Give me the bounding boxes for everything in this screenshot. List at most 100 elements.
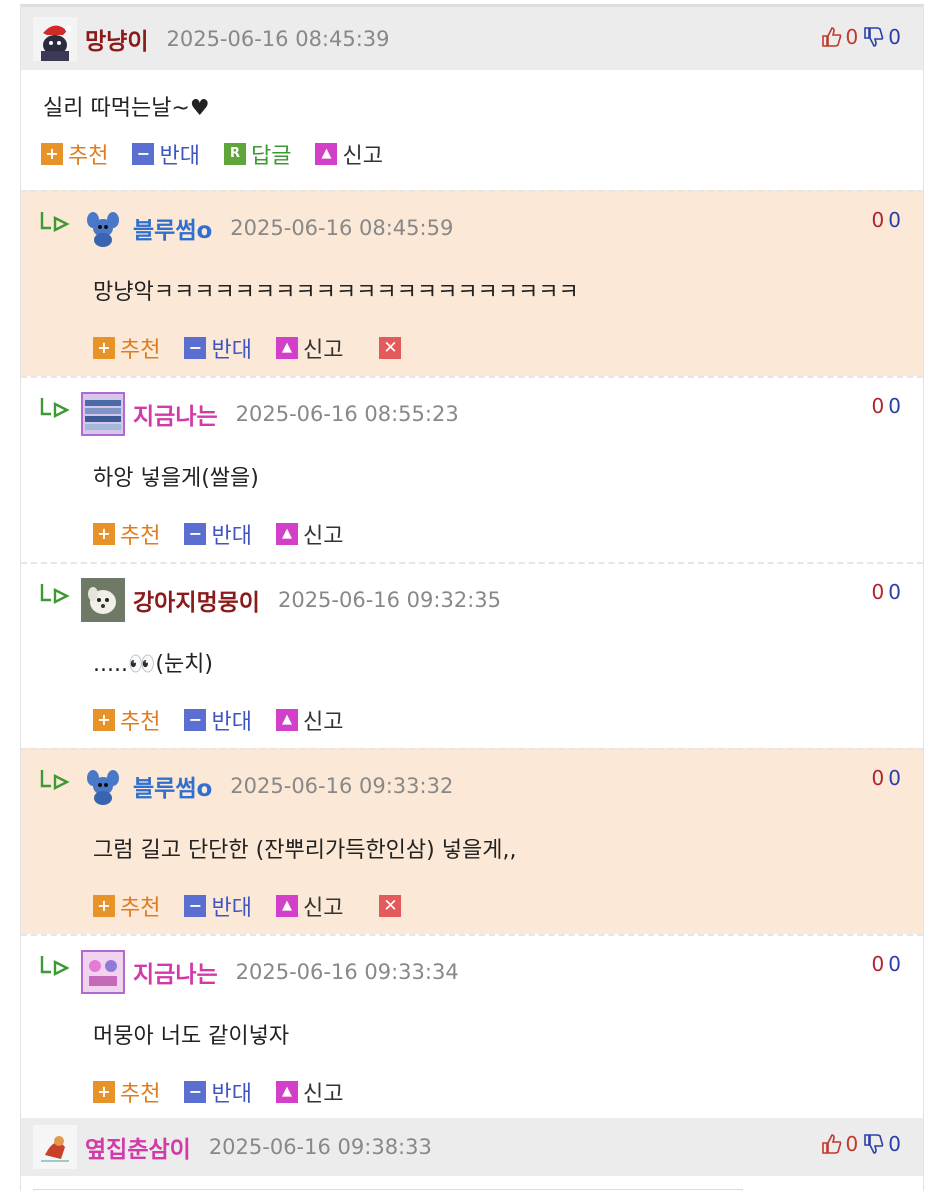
upvote-button[interactable]: + 추천 [93, 518, 160, 550]
minus-icon: − [184, 337, 207, 359]
reply-arrow-icon [40, 398, 70, 418]
author-nickname[interactable]: 옆집춘삼이 [85, 1130, 191, 1164]
delete-icon[interactable]: ✕ [379, 337, 402, 359]
reply-header: 지금나는 2025-06-16 09:33:34 [81, 950, 459, 994]
comment-header: 옆집춘삼이 2025-06-16 09:38:33 0 0 [21, 1118, 923, 1176]
author-nickname[interactable]: 지금나는 [133, 397, 218, 431]
downvote-count: 0 [888, 1132, 901, 1156]
minus-icon: − [184, 895, 207, 917]
upvote-button[interactable]: + 추천 [93, 332, 160, 364]
reply-text: 망냥악ㅋㅋㅋㅋㅋㅋㅋㅋㅋㅋㅋㅋㅋㅋㅋㅋㅋㅋㅋㅋㅋ [93, 280, 579, 305]
thumbs-down-icon[interactable] [862, 25, 886, 49]
thumbs-up-icon[interactable] [820, 1132, 844, 1156]
avatar[interactable] [81, 578, 125, 622]
author-nickname[interactable]: 망냥이 [85, 22, 148, 56]
reply-header: 블루썸o 2025-06-16 08:45:59 [81, 206, 453, 250]
thumbs-up-icon[interactable] [820, 25, 844, 49]
author-nickname[interactable]: 강아지멍뭉이 [133, 583, 260, 617]
comment-list: 망냥이 2025-06-16 08:45:39 0 0 실리 따먹는날~♥ + 추… [20, 4, 924, 1191]
author-nickname[interactable]: 블루썸o [133, 211, 212, 245]
downvote-button[interactable]: − 반대 [184, 332, 252, 364]
avatar[interactable] [33, 1125, 77, 1169]
report-button[interactable]: ▲ 신고 [275, 704, 343, 736]
minus-icon: − [184, 523, 207, 545]
thumbs-down-icon[interactable] [862, 1132, 886, 1156]
upvote-button[interactable]: + 추천 [93, 890, 160, 922]
reply-actions: + 추천 − 반대 ▲ 신고 [93, 704, 367, 736]
reply-header: 강아지멍뭉이 2025-06-16 09:32:35 [81, 578, 501, 622]
upvote-button[interactable]: + 추천 [93, 1076, 160, 1108]
comment-text: 실리 따먹는날~♥ [43, 96, 210, 121]
plus-icon: + [93, 709, 115, 731]
reply-text: 머뭉아 너도 같이넣자 [93, 1024, 290, 1049]
comment-body: 실리 따먹는날~♥ + 추천 − 반대 R 답글 ▲ 신고 [21, 70, 923, 190]
reply-button[interactable]: R 답글 [223, 138, 291, 170]
author-nickname[interactable]: 지금나는 [133, 955, 218, 989]
reply-arrow-icon [40, 584, 70, 604]
upvote-button[interactable]: + 추천 [41, 138, 108, 170]
vote-counts: 00 [871, 208, 901, 232]
reply-actions: + 추천 − 반대 ▲ 신고 ✕ [93, 890, 402, 922]
vote-counts: 0 0 [820, 1132, 901, 1156]
minus-icon: − [184, 709, 207, 731]
delete-icon[interactable]: ✕ [379, 895, 402, 917]
reply-actions: + 추천 − 반대 ▲ 신고 ✕ [93, 332, 402, 364]
reply-arrow-icon [40, 212, 70, 232]
report-button[interactable]: ▲ 신고 [275, 518, 343, 550]
reply-item: 강아지멍뭉이 2025-06-16 09:32:35 00 .....👀(눈치)… [21, 562, 923, 748]
downvote-button[interactable]: − 반대 [132, 138, 200, 170]
downvote-button[interactable]: − 반대 [184, 890, 252, 922]
avatar[interactable] [81, 206, 125, 250]
plus-icon: + [93, 1081, 115, 1103]
siren-icon: ▲ [275, 337, 298, 359]
author-nickname[interactable]: 블루썸o [133, 769, 212, 803]
upvote-count: 0 [845, 25, 859, 49]
siren-icon: ▲ [275, 523, 298, 545]
vote-counts: 00 [871, 580, 901, 604]
minus-icon: − [132, 143, 155, 165]
downvote-button[interactable]: − 반대 [184, 704, 252, 736]
vote-counts: 00 [871, 766, 901, 790]
reply-arrow-icon [40, 770, 70, 790]
reply-item: 블루썸o 2025-06-16 08:45:59 00 망냥악ㅋㅋㅋㅋㅋㅋㅋㅋㅋ… [21, 190, 923, 376]
reply-icon: R [223, 143, 246, 165]
report-button[interactable]: ▲ 신고 [275, 1076, 343, 1108]
avatar[interactable] [81, 392, 125, 436]
vote-counts: 00 [871, 952, 901, 976]
reply-arrow-icon [40, 956, 70, 976]
reply-date: 2025-06-16 09:33:34 [235, 960, 459, 984]
downvote-button[interactable]: − 반대 [184, 518, 252, 550]
comment-date: 2025-06-16 08:45:39 [166, 26, 390, 51]
downvote-count: 0 [888, 25, 901, 49]
siren-icon: ▲ [275, 709, 298, 731]
reply-actions: + 추천 − 반대 ▲ 신고 [93, 1076, 367, 1108]
reply-header: 블루썸o 2025-06-16 09:33:32 [81, 764, 453, 808]
reply-text: 하앙 넣을게(쌀을) [93, 466, 259, 491]
plus-icon: + [93, 337, 115, 359]
report-button[interactable]: ▲ 신고 [315, 138, 383, 170]
minus-icon: − [184, 1081, 207, 1103]
plus-icon: + [41, 143, 63, 165]
avatar[interactable] [81, 950, 125, 994]
vote-counts: 00 [871, 394, 901, 418]
upvote-button[interactable]: + 추천 [93, 704, 160, 736]
reply-header: 지금나는 2025-06-16 08:55:23 [81, 392, 459, 436]
avatar[interactable] [81, 764, 125, 808]
downvote-button[interactable]: − 반대 [184, 1076, 252, 1108]
upvote-count: 0 [845, 1132, 859, 1156]
reply-item: 지금나는 2025-06-16 09:33:34 00 머뭉아 너도 같이넣자 … [21, 934, 923, 1118]
siren-icon: ▲ [315, 143, 338, 165]
report-button[interactable]: ▲ 신고 [275, 332, 343, 364]
reply-date: 2025-06-16 09:33:32 [230, 774, 454, 798]
plus-icon: + [93, 895, 115, 917]
comment-actions: + 추천 − 반대 R 답글 ▲ 신고 [41, 138, 407, 170]
avatar[interactable] [33, 16, 77, 61]
reply-text: .....👀(눈치) [93, 652, 214, 677]
comment-date: 2025-06-16 09:38:33 [208, 1135, 432, 1159]
reply-text: 그럼 길고 단단한 (잔뿌리가득한인삼) 넣을게,, [93, 838, 517, 863]
reply-item: 지금나는 2025-06-16 08:55:23 00 하앙 넣을게(쌀을) +… [21, 376, 923, 562]
plus-icon: + [93, 523, 115, 545]
report-button[interactable]: ▲ 신고 [275, 890, 343, 922]
reply-date: 2025-06-16 08:45:59 [230, 216, 454, 240]
reply-item: 블루썸o 2025-06-16 09:33:32 00 그럼 길고 단단한 (잔… [21, 748, 923, 934]
